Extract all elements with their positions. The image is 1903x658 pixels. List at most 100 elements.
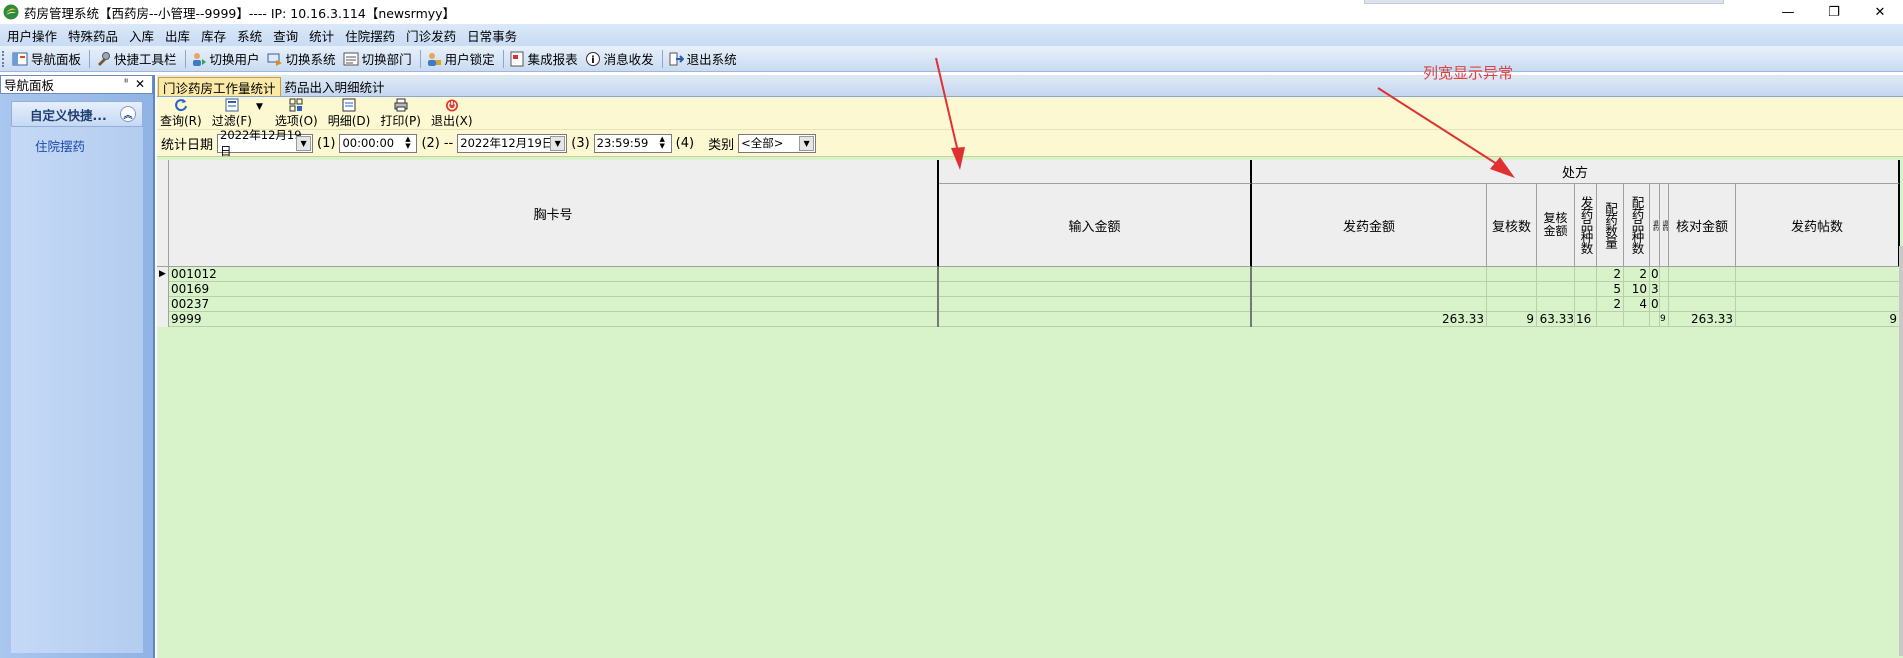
cell-send-posts[interactable] xyxy=(1736,297,1900,312)
cell-narrow-2[interactable] xyxy=(1660,297,1669,312)
toolbar-quick-tools-button[interactable]: 快捷工具栏 xyxy=(93,49,182,68)
close-button[interactable]: ✕ xyxy=(1857,0,1903,24)
cell-badge[interactable]: 00169 xyxy=(169,282,939,297)
cell-check-amount[interactable] xyxy=(1669,282,1736,297)
category-select[interactable]: <全部> ▼ xyxy=(738,133,817,153)
cell-input[interactable] xyxy=(939,297,1252,312)
cell-dispense-kinds[interactable] xyxy=(1624,312,1650,327)
cell-dispense-kinds[interactable]: 2 xyxy=(1624,267,1650,282)
col-header-narrow-1[interactable]: 退药 xyxy=(1650,184,1660,267)
detail-button[interactable]: 明细(D) xyxy=(328,98,370,129)
col-header-input-amount[interactable]: 输入金额 xyxy=(939,184,1252,267)
cell-input[interactable] xyxy=(939,312,1252,327)
cell-send-kinds[interactable] xyxy=(1575,282,1597,297)
col-header-send-amount[interactable]: 发药金额 xyxy=(1252,184,1487,267)
menu-outpatient-dispense[interactable]: 门诊发药 xyxy=(403,26,464,45)
toolbar-nav-panel-button[interactable]: 导航面板 xyxy=(10,49,86,68)
cell-recheck-amount[interactable] xyxy=(1537,282,1575,297)
cell-check-amount[interactable] xyxy=(1669,297,1736,312)
cell-send-amount[interactable] xyxy=(1252,282,1487,297)
cell-recheck-count[interactable] xyxy=(1487,282,1537,297)
menu-daily-affairs[interactable]: 日常事务 xyxy=(464,26,525,45)
cell-check-amount[interactable]: 263.33 xyxy=(1669,312,1736,327)
cell-dispense-kinds[interactable]: 10 xyxy=(1624,282,1650,297)
menu-special-drugs[interactable]: 特殊药品 xyxy=(65,26,126,45)
end-time-spinner[interactable]: 23:59:59 ▲ ▼ xyxy=(593,133,672,153)
minimize-button[interactable]: — xyxy=(1765,0,1811,24)
query-button[interactable]: 查询(R) xyxy=(160,98,202,129)
cell-dispense-qty[interactable]: 2 xyxy=(1597,267,1624,282)
col-header-recheck-count[interactable]: 复核数 xyxy=(1487,184,1537,267)
cell-dispense-qty[interactable]: 5 xyxy=(1597,282,1624,297)
cell-input[interactable] xyxy=(939,267,1252,282)
table-row[interactable]: ▶ 001012 2 2 0 xyxy=(157,267,1903,282)
cell-send-kinds[interactable]: 16 xyxy=(1575,312,1597,327)
toolbar-switch-system-button[interactable]: 切换系统 xyxy=(265,49,341,68)
cell-send-amount[interactable] xyxy=(1252,267,1487,282)
cell-dispense-kinds[interactable]: 4 xyxy=(1624,297,1650,312)
restore-button[interactable]: ❐ xyxy=(1811,0,1857,24)
cell-recheck-count[interactable] xyxy=(1487,267,1537,282)
start-date-picker[interactable]: 2022年12月19日 ▼ xyxy=(217,128,314,158)
cell-narrow-1[interactable]: 3 xyxy=(1650,282,1660,297)
chevron-down-icon[interactable]: ▼ xyxy=(799,135,815,151)
tab-outpatient-workload[interactable]: 门诊药房工作量统计 xyxy=(158,77,281,96)
toolbar-exit-button[interactable]: 退出系统 xyxy=(666,49,742,68)
col-header-narrow-2[interactable]: 退药 xyxy=(1660,184,1669,267)
cell-recheck-count[interactable]: 9 xyxy=(1487,312,1537,327)
filter-dropdown-icon[interactable]: ▼ xyxy=(256,102,263,112)
menu-stock-out[interactable]: 出库 xyxy=(162,26,198,45)
toolbar-switch-dept-button[interactable]: 切换部门 xyxy=(341,49,417,68)
options-button[interactable]: 选项(O) xyxy=(275,98,318,129)
table-row[interactable]: 9999 263.33 9 63.33 16 9 263.33 9 xyxy=(157,312,1903,327)
nav-link-inpatient-dispense[interactable]: 住院摆药 xyxy=(11,127,143,155)
cell-narrow-1[interactable] xyxy=(1650,312,1660,327)
pin-icon[interactable]: ᐦ xyxy=(124,78,128,89)
grid-scrollbar[interactable] xyxy=(1899,246,1903,656)
table-row[interactable]: 00169 5 10 3 xyxy=(157,282,1903,297)
cell-recheck-amount[interactable] xyxy=(1537,267,1575,282)
cell-input[interactable] xyxy=(939,282,1252,297)
cell-dispense-qty[interactable] xyxy=(1597,312,1624,327)
cell-recheck-amount[interactable] xyxy=(1537,297,1575,312)
chevron-down-icon[interactable]: ▼ xyxy=(296,135,312,151)
col-header-send-kinds[interactable]: 发药品种数 xyxy=(1575,184,1597,267)
toolbar-lock-user-button[interactable]: 用户锁定 xyxy=(424,49,500,68)
cell-dispense-qty[interactable]: 2 xyxy=(1597,297,1624,312)
menu-statistics[interactable]: 统计 xyxy=(306,26,342,45)
print-button[interactable]: 打印(P) xyxy=(380,98,421,129)
cell-check-amount[interactable] xyxy=(1669,267,1736,282)
nav-group-custom-shortcuts[interactable]: 自定义快捷... ︽ xyxy=(11,101,143,127)
close-icon[interactable]: ✕ xyxy=(135,77,145,91)
toolbar-report-button[interactable]: 集成报表 xyxy=(507,49,583,68)
start-time-spinner[interactable]: 00:00:00 ▲ ▼ xyxy=(339,133,418,153)
col-header-send-posts[interactable]: 发药帖数 xyxy=(1736,184,1900,267)
spinner-arrows-icon[interactable]: ▲ ▼ xyxy=(655,136,670,151)
menu-inventory[interactable]: 库存 xyxy=(198,26,234,45)
chevron-down-icon[interactable]: ▼ xyxy=(550,135,566,151)
cell-badge[interactable]: 001012 xyxy=(169,267,939,282)
menu-stock-in[interactable]: 入库 xyxy=(126,26,162,45)
collapse-icon[interactable]: ︽ xyxy=(120,106,136,122)
cell-badge[interactable]: 00237 xyxy=(169,297,939,312)
col-header-check-amount[interactable]: 核对金额 xyxy=(1669,184,1736,267)
exit-report-button[interactable]: 退出(X) xyxy=(431,98,473,129)
toolbar-message-button[interactable]: i 消息收发 xyxy=(583,49,659,68)
col-header-badge[interactable]: 胸卡号 xyxy=(169,160,939,267)
toolbar-switch-user-button[interactable]: 切换用户 xyxy=(189,49,265,68)
cell-send-amount[interactable] xyxy=(1252,297,1487,312)
cell-send-posts[interactable] xyxy=(1736,282,1900,297)
toolbar-grip[interactable] xyxy=(2,50,6,67)
table-row[interactable]: 00237 2 4 0 xyxy=(157,297,1903,312)
col-header-recheck-amount[interactable]: 复核金额 xyxy=(1537,184,1575,267)
menu-system[interactable]: 系统 xyxy=(234,26,270,45)
cell-narrow-1[interactable]: 0 xyxy=(1650,297,1660,312)
cell-narrow-2[interactable] xyxy=(1660,282,1669,297)
cell-send-posts[interactable]: 9 xyxy=(1736,312,1900,327)
menu-user-ops[interactable]: 用户操作 xyxy=(4,26,65,45)
cell-narrow-1[interactable]: 0 xyxy=(1650,267,1660,282)
cell-narrow-2[interactable] xyxy=(1660,267,1669,282)
col-header-dispense-qty[interactable]: 配药数量 xyxy=(1597,184,1624,267)
cell-send-kinds[interactable] xyxy=(1575,297,1597,312)
cell-narrow-2[interactable]: 9 xyxy=(1660,312,1669,327)
